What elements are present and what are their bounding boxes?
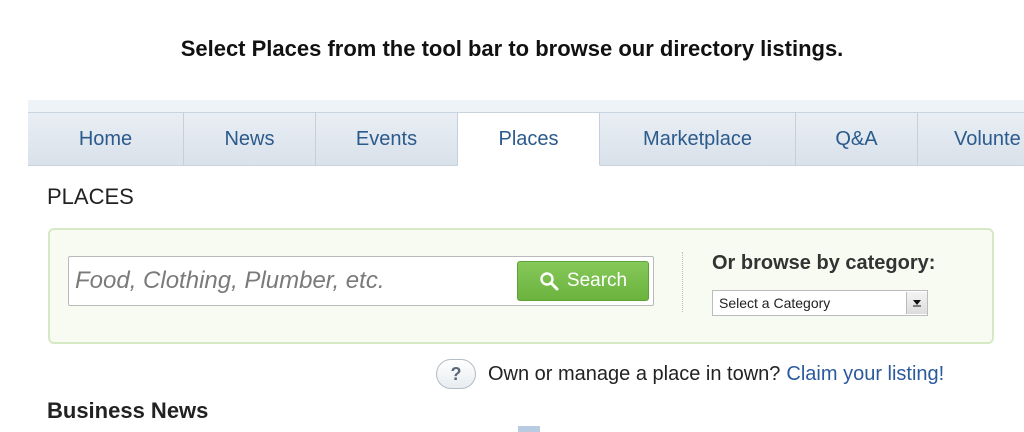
browse-category-label: Or browse by category: (712, 252, 936, 274)
top-strip (28, 100, 1024, 112)
claim-prompt-text: Own or manage a place in town? (488, 362, 781, 385)
chevron-down-icon[interactable] (906, 292, 927, 314)
search-button-label: Search (566, 270, 628, 291)
search-field-wrapper: Search (68, 256, 654, 306)
category-dropdown[interactable]: Select a Category (712, 290, 928, 316)
question-bubble-icon: ? (436, 359, 476, 389)
tab-home[interactable]: Home (28, 113, 184, 165)
tab-marketplace[interactable]: Marketplace (600, 113, 796, 165)
claim-listing-row: ? Own or manage a place in town? Claim y… (436, 356, 944, 392)
partial-image-fragment (518, 426, 540, 432)
category-selected-value: Select a Category (719, 295, 831, 311)
website-frame: Home News Events Places Marketplace Q&A … (28, 100, 1024, 432)
claim-listing-link[interactable]: Claim your listing! (786, 363, 944, 386)
tab-volunteer[interactable]: Volunte (918, 113, 1024, 165)
business-news-heading: Business News (47, 398, 209, 423)
tab-events[interactable]: Events (316, 113, 458, 165)
magnifier-icon (539, 271, 559, 291)
tab-qa[interactable]: Q&A (796, 113, 918, 165)
places-search-panel: Search Or browse by category: Select a C… (48, 228, 994, 344)
search-button[interactable]: Search (517, 261, 649, 301)
main-navigation-tabs: Home News Events Places Marketplace Q&A … (28, 112, 1024, 166)
panel-divider (682, 252, 684, 312)
tab-places[interactable]: Places (458, 113, 600, 166)
tab-news[interactable]: News (184, 113, 316, 165)
page-title: PLACES (47, 184, 134, 209)
search-input[interactable] (69, 257, 509, 305)
instruction-caption: Select Places from the tool bar to brows… (180, 36, 844, 61)
